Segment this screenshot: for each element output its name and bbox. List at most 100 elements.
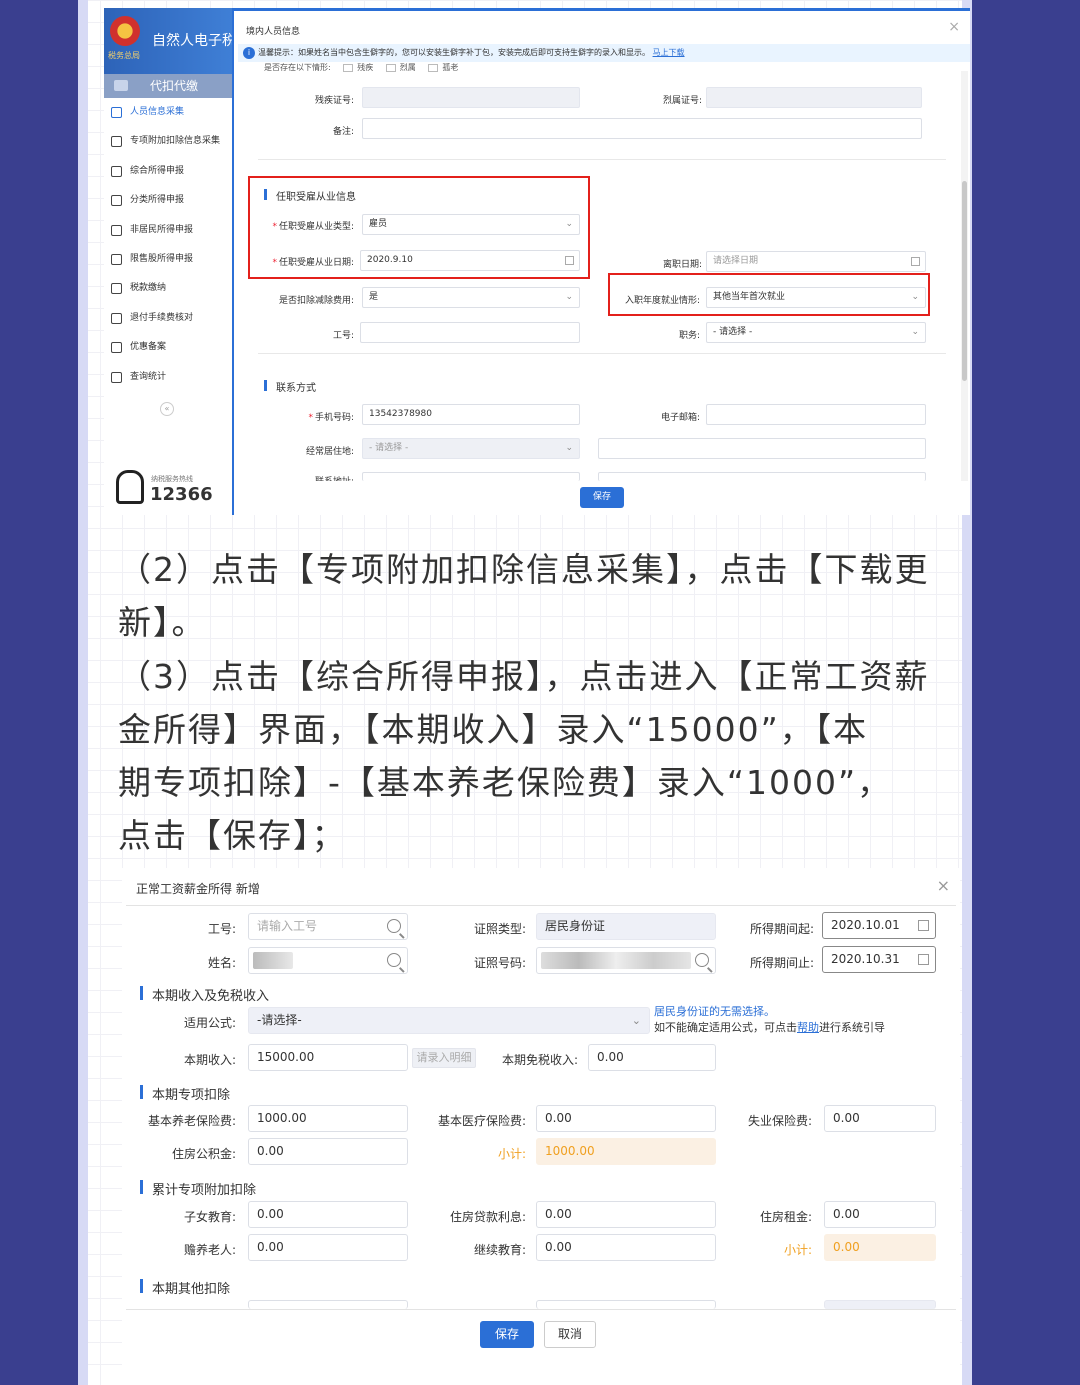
file-icon <box>111 342 122 354</box>
subtotal2-value: 0.00 <box>833 1240 860 1254</box>
child-edu-label: 子女教育: <box>183 1210 236 1224</box>
hotline-number: 12366 <box>150 484 213 505</box>
formula-select[interactable]: -请选择- ⌄ <box>248 1007 650 1034</box>
job-no-input[interactable] <box>360 322 580 343</box>
martyr-input[interactable] <box>706 87 922 108</box>
search-icon[interactable] <box>695 953 709 967</box>
residence-select[interactable]: - 请选择 - ⌄ <box>362 438 580 459</box>
scrollbar-thumb[interactable] <box>962 181 967 381</box>
phone-input[interactable]: 13542378980 <box>362 404 580 425</box>
contact-address-detail-input[interactable] <box>598 472 926 481</box>
id-no-input[interactable] <box>536 947 716 974</box>
sidebar-item[interactable]: 优惠备案 <box>104 333 232 362</box>
section-income: 本期收入及免税收入 <box>138 985 269 1004</box>
sidebar-item[interactable]: 限售股所得申报 <box>104 245 232 274</box>
elderly-input[interactable]: 0.00 <box>248 1234 408 1261</box>
formula-hint-tail: 进行系统引导 <box>819 1021 885 1034</box>
id-type-value: 居民身份证 <box>545 919 606 933</box>
close-icon[interactable]: × <box>937 876 950 895</box>
dialog-title: 境内人员信息 <box>246 27 301 37</box>
search-icon[interactable] <box>387 953 401 967</box>
folder-icon <box>114 80 128 91</box>
income-detail-button[interactable]: 请录入明细 <box>412 1048 476 1068</box>
id-type-label: 证照类型: <box>473 922 526 936</box>
rent-value: 0.00 <box>833 1207 860 1221</box>
other-deduction-input[interactable] <box>248 1300 408 1309</box>
sidebar-item[interactable]: 税款缴纳 <box>104 274 232 303</box>
chevron-down-icon: ⌄ <box>565 292 573 302</box>
search-icon[interactable] <box>387 919 401 933</box>
screenshot-salary-income: 正常工资薪金所得 新增 × 工号: 请输入工号 证照类型: 居民身份证 所得期间… <box>122 868 960 1385</box>
child-edu-input[interactable]: 0.00 <box>248 1201 408 1228</box>
other-deduction-input[interactable] <box>536 1300 716 1309</box>
medical-input[interactable]: 0.00 <box>536 1105 716 1132</box>
unemployment-input[interactable]: 0.00 <box>824 1105 936 1132</box>
sidebar-tab-withholding[interactable]: 代扣代缴 <box>104 74 232 98</box>
deduct-value: 是 <box>369 292 379 302</box>
name-input[interactable] <box>248 947 408 974</box>
pension-input[interactable]: 1000.00 <box>248 1105 408 1132</box>
sidebar-item[interactable]: 专项附加扣除信息采集 <box>104 127 232 156</box>
option-elderly: 孤老 <box>442 63 459 72</box>
rent-input[interactable]: 0.00 <box>824 1201 936 1228</box>
cancel-button[interactable]: 取消 <box>544 1321 596 1348</box>
remark-input[interactable] <box>362 118 922 139</box>
download-link[interactable]: 马上下载 <box>653 48 685 57</box>
sidebar-item[interactable]: 非居民所得申报 <box>104 216 232 245</box>
sidebar: 税务总局 自然人电子税 代扣代缴 人员信息采集 专项附加扣除信息采集 综合所得申报分… <box>104 8 236 515</box>
cont-edu-input[interactable]: 0.00 <box>536 1234 716 1261</box>
save-button[interactable]: 保存 <box>580 487 624 508</box>
checkbox[interactable] <box>385 63 396 72</box>
other-deduction-input[interactable] <box>824 1300 936 1309</box>
elderly-label: 赡养老人: <box>183 1243 236 1257</box>
period-start-label: 所得期间起: <box>749 922 814 936</box>
step-2-line-1: （2）点击【专项附加扣除信息采集】，点击【下载更 <box>118 550 930 589</box>
checkbox[interactable] <box>343 63 354 72</box>
sidebar-item[interactable]: 退付手续费核对 <box>104 304 232 333</box>
sidebar-item-label: 税款缴纳 <box>130 283 167 294</box>
deduct-select[interactable]: 是 ⌄ <box>362 287 580 308</box>
redacted-name <box>253 952 293 969</box>
id-type-select[interactable]: 居民身份证 <box>536 913 716 940</box>
leave-date-input[interactable]: 请选择日期 <box>706 251 926 272</box>
search-list-icon <box>111 371 122 383</box>
formula-hint-note: 居民身份证的无需选择。 <box>654 1005 775 1018</box>
sidebar-item[interactable]: 综合所得申报 <box>104 157 232 186</box>
tax-free-value: 0.00 <box>597 1050 624 1064</box>
chevron-down-icon: ⌄ <box>565 443 573 453</box>
phone-label-text: 手机号码: <box>314 413 354 423</box>
mortgage-input[interactable]: 0.00 <box>536 1201 716 1228</box>
disability-input[interactable] <box>362 87 580 108</box>
tax-free-input[interactable]: 0.00 <box>588 1044 716 1071</box>
close-icon[interactable]: × <box>948 19 960 35</box>
sidebar-item[interactable]: 人员信息采集 <box>104 98 232 127</box>
save-button[interactable]: 保存 <box>480 1321 534 1348</box>
checkbox[interactable] <box>428 63 439 72</box>
help-link[interactable]: 帮助 <box>797 1021 819 1034</box>
collapse-sidebar-icon[interactable]: « <box>160 402 174 416</box>
position-select[interactable]: - 请选择 - ⌄ <box>706 322 926 343</box>
contact-address-input[interactable] <box>362 472 580 481</box>
section-contact: 联系方式 <box>264 379 316 394</box>
cont-edu-label: 继续教育: <box>473 1243 526 1257</box>
notice-text: 温馨提示：如果姓名当中包含生僻字的，您可以安装生僻字补丁包，安装完成后即可支持生… <box>258 48 650 57</box>
sidebar-item[interactable]: 查询统计 <box>104 363 232 392</box>
subtotal-value-box: 1000.00 <box>536 1138 716 1165</box>
period-start-value: 2020.10.01 <box>831 918 900 932</box>
email-input[interactable] <box>706 404 926 425</box>
income-label: 本期收入: <box>183 1053 236 1067</box>
job-no-input[interactable]: 请输入工号 <box>248 913 408 940</box>
sidebar-item-label: 退付手续费核对 <box>130 312 194 323</box>
housing-fund-input[interactable]: 0.00 <box>248 1138 408 1165</box>
divider <box>258 353 946 354</box>
section-other-deduction: 本期其他扣除 <box>138 1278 230 1297</box>
residence-detail-input[interactable] <box>598 438 926 459</box>
hotline-caption: 纳税服务热线 <box>151 475 193 483</box>
person-info-dialog: 境内人员信息 × i 温馨提示：如果姓名当中包含生僻字的，您可以安装生僻字补丁包… <box>232 8 970 515</box>
period-end-input[interactable]: 2020.10.31 <box>822 946 936 973</box>
income-input[interactable]: 15000.00 <box>248 1044 408 1071</box>
formula-hint: 如不能确定适用公式，可点击帮助进行系统引导 <box>654 1019 885 1035</box>
sidebar-item[interactable]: 分类所得申报 <box>104 186 232 215</box>
job-no-label: 工号: <box>332 331 354 341</box>
period-start-input[interactable]: 2020.10.01 <box>822 912 936 939</box>
